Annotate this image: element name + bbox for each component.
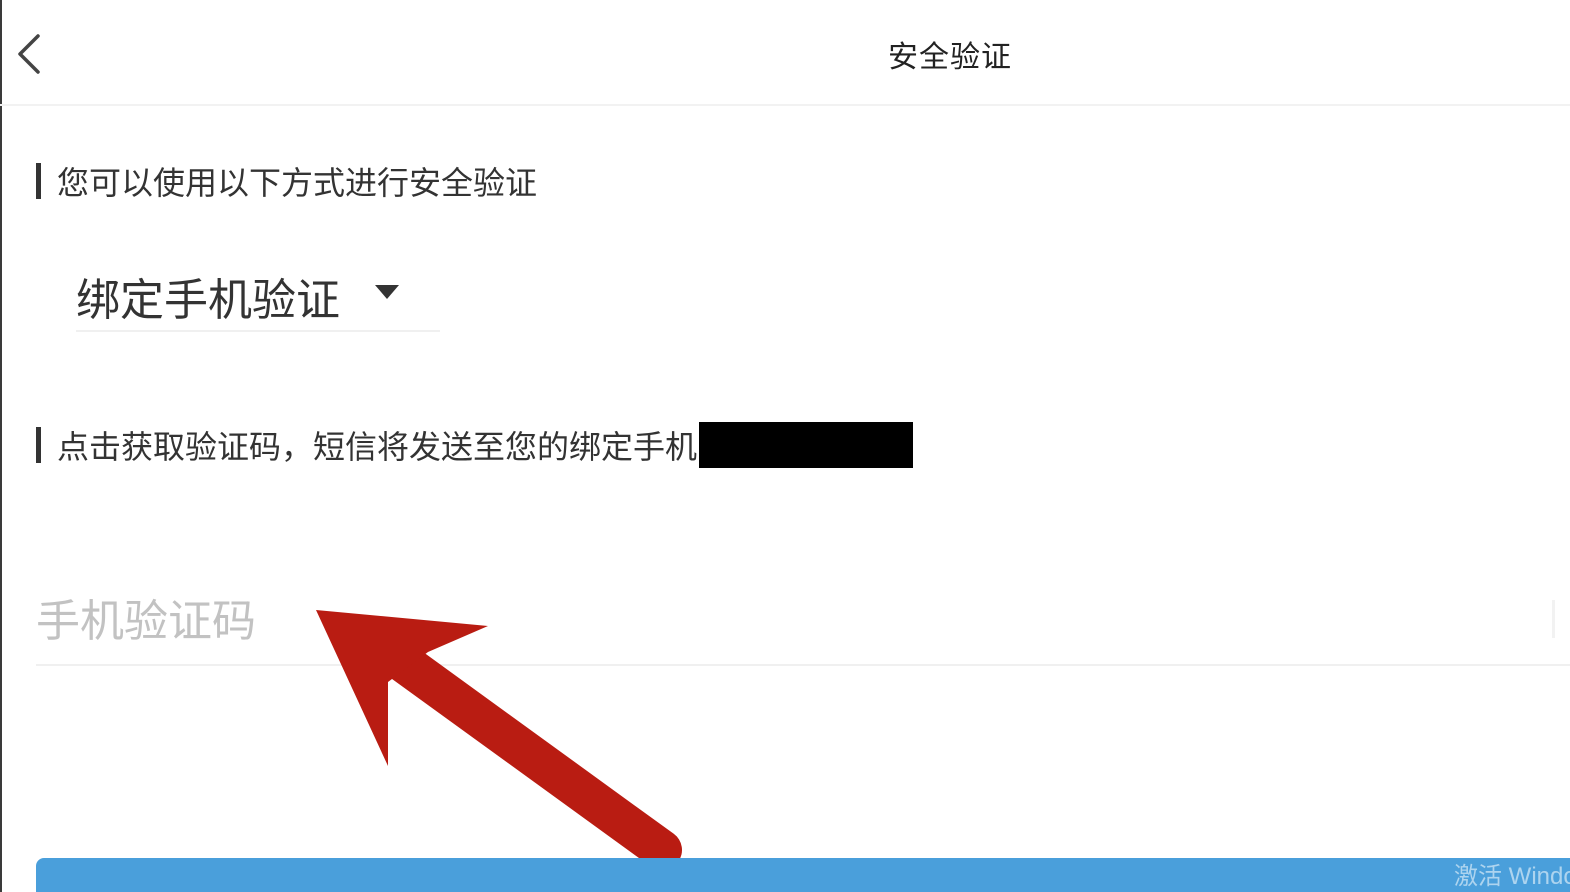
sms-code-input[interactable] [36, 588, 1536, 654]
selected-method: 绑定手机验证 [76, 275, 340, 326]
field-end-marker [1552, 600, 1555, 638]
page-title: 安全验证 [888, 40, 1012, 75]
caret-down-icon [375, 285, 399, 299]
submit-button[interactable] [36, 858, 1570, 892]
activation-watermark: 激活 Windo [1454, 863, 1570, 890]
verification-method-select[interactable]: 绑定手机验证 [76, 256, 440, 332]
window-edge [0, 0, 2, 892]
section-marker [36, 163, 41, 199]
verification-methods-text: 您可以使用以下方式进行安全验证 [57, 164, 538, 202]
sms-instruction-label: 点击获取验证码，短信将发送至您的绑定手机 [36, 422, 914, 468]
sms-code-field [36, 580, 1570, 666]
verification-methods-label: 您可以使用以下方式进行安全验证 [36, 158, 537, 204]
security-verification-page: 安全验证 您可以使用以下方式进行安全验证 绑定手机验证 点击获取验证码，短信将发… [0, 0, 1570, 892]
redacted-phone-number [699, 422, 914, 468]
sms-instruction-text: 点击获取验证码，短信将发送至您的绑定手机 [57, 428, 698, 466]
section-marker [36, 427, 41, 463]
navigation-bar: 安全验证 [0, 0, 1570, 106]
